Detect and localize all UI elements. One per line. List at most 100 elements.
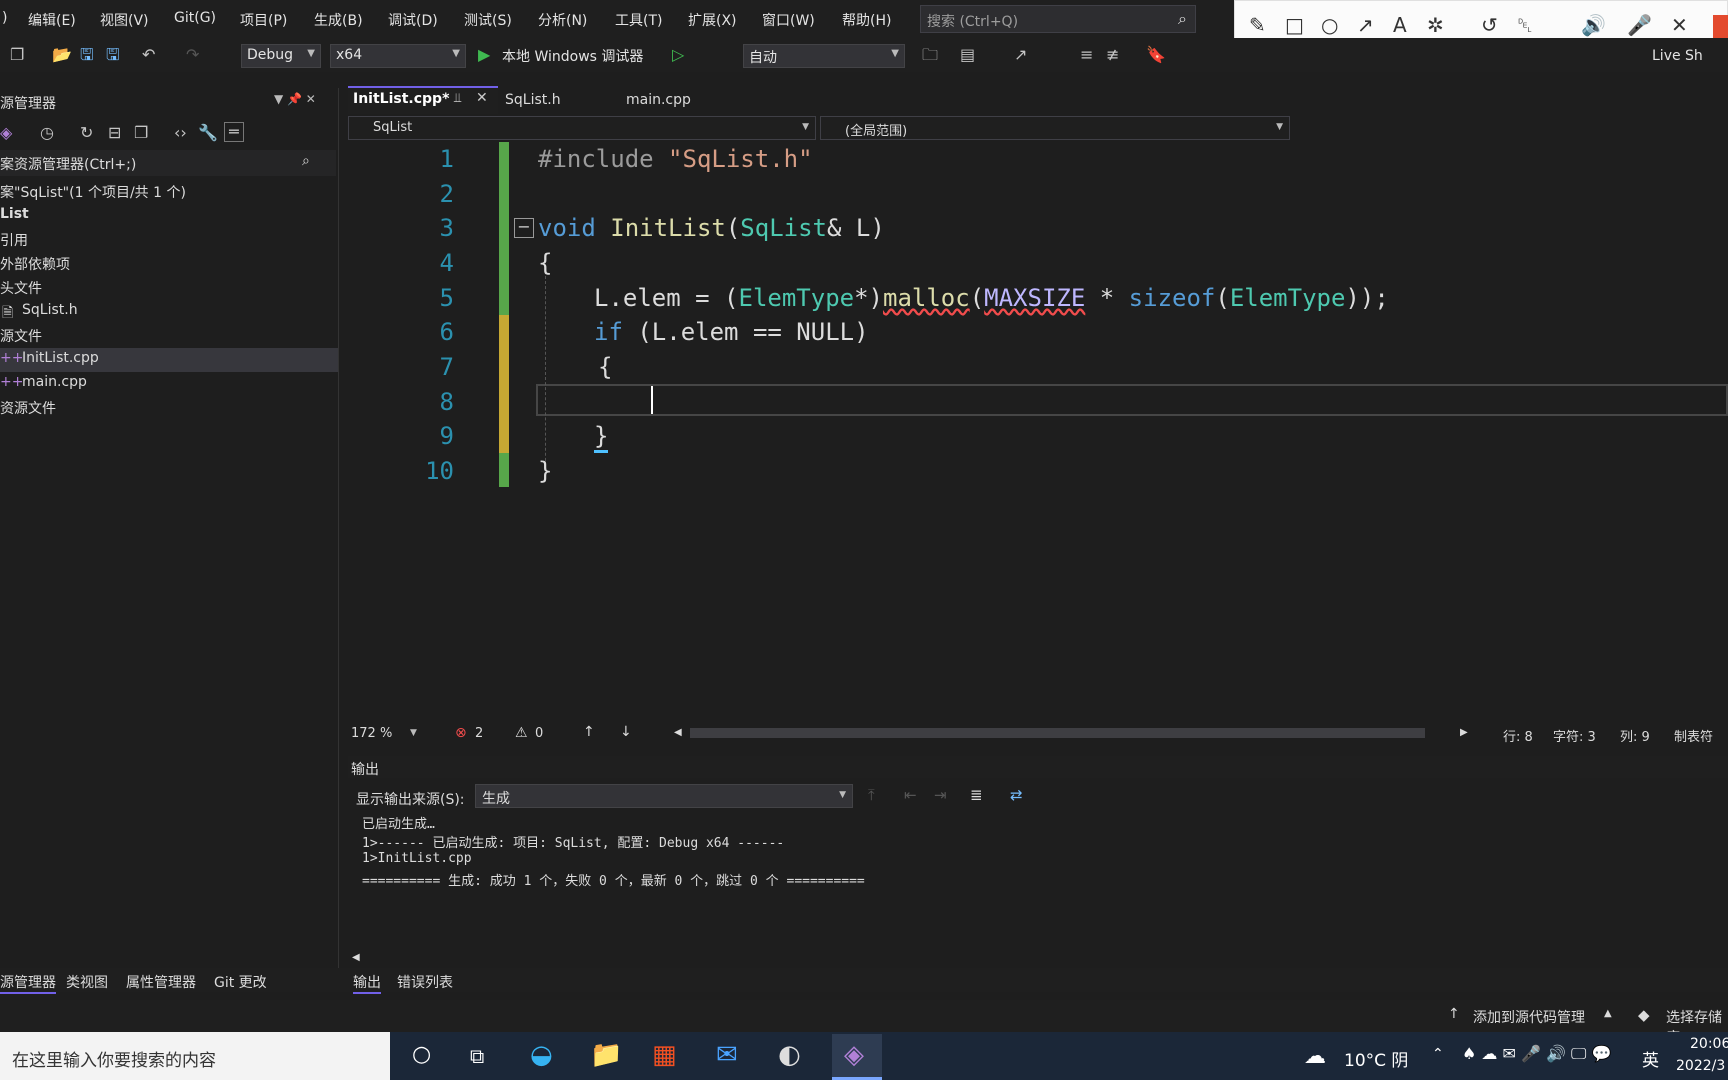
redo-icon[interactable]: ↷ [186,46,199,64]
mail-icon[interactable]: ✉ [716,1040,738,1070]
new-item-icon[interactable]: ❐ [10,46,24,64]
menu-analyze[interactable]: 分析(N) [538,10,587,30]
run-debugger-button[interactable]: 本地 Windows 调试器 [502,46,643,66]
menu-extensions[interactable]: 扩展(X) [688,10,737,30]
menu-git[interactable]: Git(G) [174,10,216,26]
ime-indicator[interactable]: 英 [1642,1046,1659,1071]
browse-icon[interactable]: 🗀 [922,46,938,64]
menu-window[interactable]: 窗口(W) [762,10,815,30]
weather-text[interactable]: 10°C 阴 [1344,1046,1408,1071]
error-count[interactable]: 2 [475,726,483,741]
menu-fragment[interactable]: ) [2,10,7,26]
cortana-icon[interactable]: ○ [412,1042,431,1067]
menu-build[interactable]: 生成(B) [314,10,363,30]
undo-icon[interactable]: ↶ [142,46,155,64]
scroll-left-icon[interactable]: ◀ [352,952,360,963]
pencil-icon[interactable]: ✎ [1249,15,1266,35]
menu-test[interactable]: 测试(S) [464,10,512,30]
arrow-icon[interactable]: ↗ [1357,15,1374,35]
tab-output[interactable]: 输出 [353,972,381,994]
play-icon[interactable]: ▶ [478,46,490,64]
bookmark-icon[interactable]: 🔖 [1146,46,1166,64]
menu-edit[interactable]: 编辑(E) [28,10,76,30]
app-icon[interactable]: ◐ [778,1040,801,1070]
speaker-icon[interactable]: 🔊 [1581,15,1606,35]
menu-tools[interactable]: 工具(T) [615,10,662,30]
zoom-select[interactable]: 172 % [351,726,392,741]
warning-icon[interactable]: ⚠ [515,725,528,741]
tab-git-changes[interactable]: Git 更改 [214,972,267,992]
store-icon[interactable]: ▦ [652,1040,677,1070]
tab-sqlist-h[interactable]: SqList.h [505,92,561,116]
file-initlist-cpp[interactable]: InitList.cpp [22,350,99,366]
clock-date[interactable]: 2022/3 [1676,1058,1725,1074]
undo-icon[interactable]: ↺ [1481,15,1498,35]
search-input[interactable]: 搜索 (Ctrl+Q) ⌕ [920,5,1196,33]
solution-node[interactable]: 案"SqList"(1 个项目/共 1 个) [0,182,186,202]
preview-icon[interactable]: ═ [224,122,244,142]
scroll-right-icon[interactable]: ▶ [1460,727,1468,738]
menu-view[interactable]: 视图(V) [100,10,149,30]
rectangle-icon[interactable]: □ [1285,15,1304,35]
trash-icon[interactable]: ␡ [1517,15,1533,35]
references-node[interactable]: 引用 [0,230,28,250]
history-icon[interactable]: ◷ [40,124,54,142]
config-select[interactable]: Debug ▼ [241,44,321,68]
menu-debug[interactable]: 调试(D) [388,10,438,30]
platform-select[interactable]: x64 ▼ [330,44,466,68]
header-files-node[interactable]: 头文件 [0,278,42,298]
open-folder-icon[interactable]: 📂 [52,46,72,64]
warning-count[interactable]: 0 [535,726,543,741]
tabs-indicator[interactable]: 制表符 [1674,726,1713,745]
find-icon[interactable]: ⤒ [868,786,875,804]
collapse-toggle-icon[interactable]: − [514,218,534,238]
save-all-icon[interactable]: 🖫 [106,46,120,64]
file-explorer-icon[interactable]: 📁 [590,1040,622,1070]
collapse-icon[interactable]: ⊟ [108,124,121,142]
tab-error-list[interactable]: 错误列表 [397,972,453,992]
tab-initlist-cpp[interactable]: InitList.cpp* ⫫ ✕ [348,86,498,114]
output-source-select[interactable]: 生成 ▼ [475,784,853,808]
chevron-down-icon[interactable]: ▼ [410,728,417,738]
code-icon[interactable]: ‹› [174,124,187,142]
close-icon[interactable]: ✕ [1671,15,1688,35]
pin-icon[interactable]: ▼ 📌 ✕ [274,92,316,106]
file-sqlist-h[interactable]: SqList.h [22,302,78,318]
text-icon[interactable]: A [1393,15,1407,35]
resource-files-node[interactable]: 资源文件 [0,398,56,418]
prev-message-icon[interactable]: ⇤ [904,786,917,804]
line-indicator[interactable]: 行: 8 [1503,726,1533,745]
horizontal-scrollbar[interactable] [690,728,1425,738]
tab-solution-explorer[interactable]: 源管理器 [0,972,56,994]
source-files-node[interactable]: 源文件 [0,326,42,346]
next-message-icon[interactable]: ⇥ [934,786,947,804]
tab-class-view[interactable]: 类视图 [66,972,108,992]
visual-studio-taskbar-button[interactable]: ◈ [832,1034,882,1080]
tab-main-cpp[interactable]: main.cpp [626,92,691,116]
close-icon[interactable]: ✕ [476,90,488,106]
word-wrap-icon[interactable]: ⇄ [1010,786,1023,804]
taskbar-search-input[interactable]: 在这里输入你要搜索的内容 [0,1032,390,1080]
menu-help[interactable]: 帮助(H) [842,10,891,30]
step-icon[interactable]: ↗ [1014,46,1027,64]
comment-icon[interactable]: ≡ [1080,46,1093,64]
tray-icons[interactable]: ♠ ☁ ✉ 🎤 🔊 🖵 💬 [1462,1044,1611,1064]
save-icon[interactable]: 🖫 [80,46,94,64]
vs-icon[interactable]: ◈ [0,124,12,142]
refresh-icon[interactable]: ↻ [80,124,93,142]
task-view-icon[interactable]: ⧉ [470,1044,484,1068]
mode-select[interactable]: 自动 ▼ [743,44,905,68]
chevron-up-icon[interactable]: ⌃ [1432,1046,1444,1062]
microphone-icon[interactable]: 🎤 [1627,15,1652,35]
arrow-down-icon[interactable]: ↓ [620,724,632,740]
error-icon[interactable]: ⊗ [455,725,467,741]
scroll-left-icon[interactable]: ◀ [674,727,682,738]
char-indicator[interactable]: 字符: 3 [1553,726,1596,745]
scope-right-select[interactable]: (全局范围) ▼ [820,116,1290,140]
menu-project[interactable]: 项目(P) [240,10,287,30]
live-share-button[interactable]: Live Sh [1652,48,1703,64]
scope-left-select[interactable]: SqList ▼ [348,116,816,140]
tab-property-manager[interactable]: 属性管理器 [126,972,196,992]
clear-all-icon[interactable]: ≣ [970,786,983,804]
external-deps-node[interactable]: 外部依赖项 [0,254,70,274]
